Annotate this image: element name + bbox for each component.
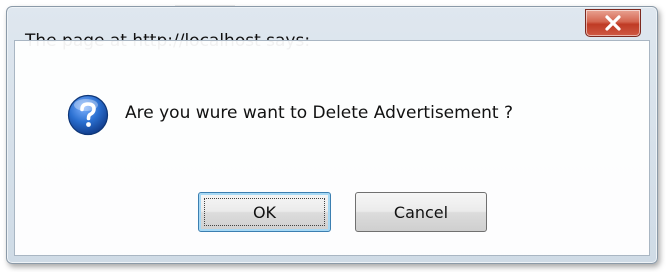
dialog-message: Are you wure want to Delete Advertisemen… (125, 103, 514, 123)
cancel-button[interactable]: Cancel (355, 192, 487, 232)
question-icon (67, 94, 109, 136)
close-icon (605, 15, 621, 31)
cancel-button-label: Cancel (393, 202, 449, 222)
dialog-body: Are you wure want to Delete Advertisemen… (14, 40, 650, 256)
confirm-dialog: The page at http://localhost says: Are y… (6, 6, 658, 264)
close-button[interactable] (585, 9, 641, 37)
ok-button-label: OK (252, 202, 277, 222)
ok-button[interactable]: OK (198, 192, 331, 232)
